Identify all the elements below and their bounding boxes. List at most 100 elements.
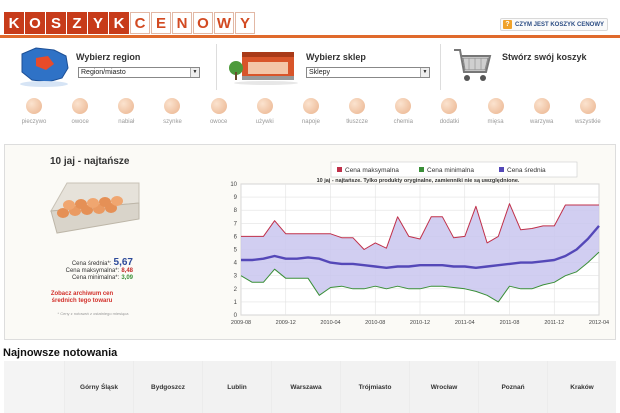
city-column-header[interactable]: Bydgoszcz bbox=[134, 361, 202, 413]
logo-letter: E bbox=[151, 12, 171, 34]
egg-carton-image bbox=[50, 182, 140, 234]
stimulants-icon bbox=[256, 98, 273, 114]
category-label: używki bbox=[255, 119, 274, 125]
additives-icon bbox=[441, 98, 458, 114]
bread-icon bbox=[26, 98, 42, 114]
city-column-header[interactable]: Wrocław bbox=[410, 361, 478, 413]
logo-letter: Y bbox=[88, 12, 108, 34]
price-stats: Cena średnia*: 5,67 Cena maksymalna*: 8,48… bbox=[25, 257, 133, 282]
region-title: Wybierz region bbox=[76, 52, 141, 62]
category-bar: pieczywo owoce nabiał szynke owoce używki napo… bbox=[0, 98, 620, 138]
basket-creator[interactable]: Stwórz swój koszyk bbox=[448, 42, 616, 90]
category-label: chemia bbox=[393, 119, 413, 125]
category-label: warzywa bbox=[530, 119, 554, 125]
archive-link[interactable]: Zobacz archiwum cen średnich tego towaru bbox=[41, 291, 123, 305]
chevron-down-icon: ▼ bbox=[190, 68, 199, 77]
city-column-header[interactable]: Górny Śląsk bbox=[65, 361, 133, 413]
header-divider bbox=[0, 35, 620, 38]
category-tłuszcze[interactable]: tłuszcze bbox=[337, 98, 377, 138]
logo-letter: K bbox=[4, 12, 24, 34]
y-tick-label: 4 bbox=[234, 261, 238, 267]
y-tick-label: 5 bbox=[234, 248, 238, 254]
divider bbox=[216, 44, 217, 90]
y-tick-label: 7 bbox=[234, 221, 238, 227]
max-price-label: Cena maksymalna*: bbox=[65, 268, 120, 274]
x-tick-label: 2010-04 bbox=[320, 320, 340, 326]
site-logo[interactable]: KOSZYKCENOWY bbox=[4, 12, 256, 36]
x-tick-label: 2012-04 bbox=[589, 320, 609, 326]
category-owoce[interactable]: owoce bbox=[60, 98, 100, 138]
legend-label: Cena średnia bbox=[507, 167, 546, 174]
price-footnote: * Ceny z notowań z ostatniego miesiąca bbox=[57, 311, 129, 316]
category-mięsa[interactable]: mięsa bbox=[476, 98, 516, 138]
avg-price-label: Cena średnia*: bbox=[71, 261, 112, 267]
region-select[interactable]: Region/miasto ▼ bbox=[78, 67, 200, 78]
category-szynke[interactable]: szynke bbox=[152, 98, 192, 138]
about-basket-link[interactable]: ? CZYM JEST KOSZYK CENOWY bbox=[500, 18, 608, 31]
question-icon: ? bbox=[503, 20, 512, 29]
chevron-down-icon: ▼ bbox=[420, 68, 429, 77]
logo-letter: C bbox=[130, 12, 150, 34]
legend-swatch bbox=[499, 167, 504, 172]
city-column-header[interactable]: Warszawa bbox=[272, 361, 340, 413]
y-tick-label: 0 bbox=[234, 313, 238, 319]
logo-letter: W bbox=[214, 12, 234, 34]
shop-select[interactable]: Sklepy ▼ bbox=[306, 67, 430, 78]
category-dodatki[interactable]: dodatki bbox=[429, 98, 469, 138]
logo-letter: Z bbox=[67, 12, 87, 34]
x-tick-label: 2010-12 bbox=[410, 320, 430, 326]
divider bbox=[440, 44, 441, 90]
logo-letter: K bbox=[109, 12, 129, 34]
y-tick-label: 2 bbox=[234, 287, 238, 293]
category-owoce[interactable]: owoce bbox=[199, 98, 239, 138]
category-chemia[interactable]: chemia bbox=[383, 98, 423, 138]
city-table-header: Górny Śląsk Bydgoszcz Lublin Warszawa Trójmi… bbox=[4, 361, 616, 413]
y-tick-label: 3 bbox=[234, 274, 238, 280]
y-tick-label: 1 bbox=[234, 300, 238, 306]
category-label: szynke bbox=[163, 119, 182, 125]
category-warzywa[interactable]: warzywa bbox=[522, 98, 562, 138]
region-select-value: Region/miasto bbox=[81, 69, 126, 76]
shopping-cart-icon bbox=[454, 49, 492, 81]
logo-letter: O bbox=[193, 12, 213, 34]
city-column-header[interactable]: Kraków bbox=[548, 361, 616, 413]
y-tick-label: 9 bbox=[234, 195, 238, 201]
basket-title: Stwórz swój koszyk bbox=[502, 52, 587, 62]
logo-letter: S bbox=[46, 12, 66, 34]
category-używki[interactable]: używki bbox=[245, 98, 285, 138]
category-label: pieczywo bbox=[21, 119, 47, 125]
vegetables-icon bbox=[533, 98, 550, 114]
logo-letter: N bbox=[172, 12, 192, 34]
category-label: nabiał bbox=[118, 119, 135, 125]
x-tick-label: 2011-08 bbox=[500, 320, 520, 326]
logo-letter: Y bbox=[235, 12, 255, 34]
chart-caption: 10 jaj - najtańsze. Tylko produkty orygi… bbox=[316, 178, 520, 184]
section-title: Najnowsze notowania bbox=[3, 347, 118, 359]
category-wszystkie[interactable]: wszystkie bbox=[568, 98, 608, 138]
about-basket-label: CZYM JEST KOSZYK CENOWY bbox=[515, 21, 605, 28]
product-title: 10 jaj - najtańsze bbox=[50, 156, 130, 167]
category-pieczywo[interactable]: pieczywo bbox=[14, 98, 54, 138]
shop-selector: Wybierz sklep Sklepy ▼ bbox=[224, 42, 434, 90]
city-column-header[interactable]: Lublin bbox=[203, 361, 271, 413]
meat-icon bbox=[487, 98, 504, 114]
category-napoje[interactable]: napoje bbox=[291, 98, 331, 138]
city-column-header[interactable]: Trójmiasto bbox=[341, 361, 409, 413]
x-tick-label: 2011-12 bbox=[544, 320, 564, 326]
legend-swatch bbox=[337, 167, 342, 172]
shop-select-value: Sklepy bbox=[309, 69, 331, 76]
all-icon bbox=[579, 98, 596, 114]
y-tick-label: 8 bbox=[234, 208, 238, 214]
legend-label: Cena maksymalna bbox=[345, 167, 399, 174]
city-column-header[interactable]: Poznań bbox=[479, 361, 547, 413]
shop-title: Wybierz sklep bbox=[306, 52, 366, 62]
category-label: tłuszcze bbox=[346, 119, 368, 125]
category-label: owoce bbox=[71, 119, 89, 125]
min-price-label: Cena minimalna*: bbox=[71, 275, 120, 281]
price-chart: 0 1 2 3 4 5 6 7 8 9 10 2009-08 2009-12 2010-04 2010-08… bbox=[230, 161, 609, 326]
avg-price-value: 5,67 bbox=[113, 257, 133, 268]
max-price-value: 8,48 bbox=[121, 268, 133, 274]
category-label: dodatki bbox=[439, 119, 460, 125]
category-nabiał[interactable]: nabiał bbox=[106, 98, 146, 138]
table-corner-cell bbox=[4, 361, 64, 413]
